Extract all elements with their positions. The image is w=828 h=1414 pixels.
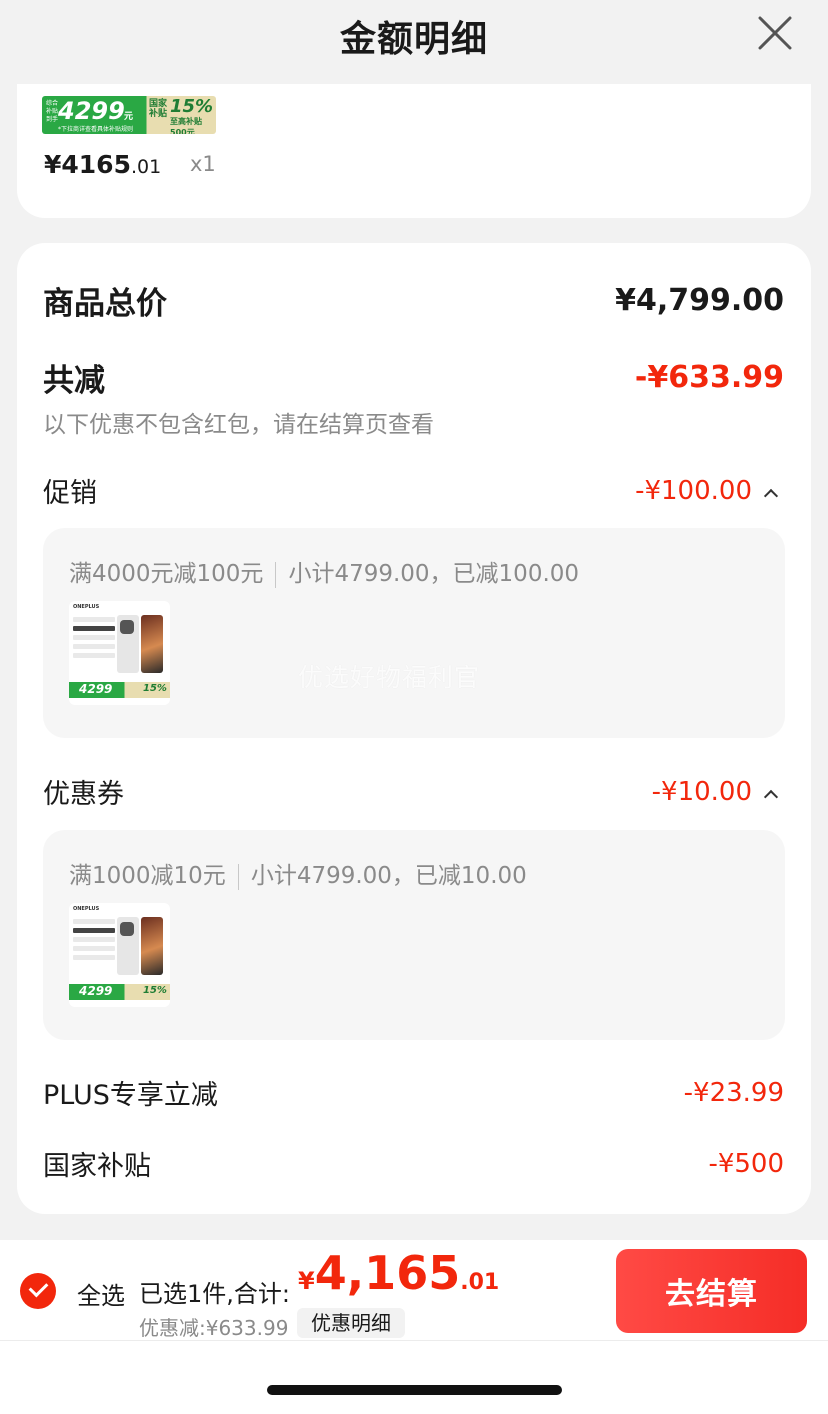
plus-value: -¥23.99 bbox=[683, 1077, 784, 1108]
checkout-button[interactable]: 去结算 bbox=[616, 1249, 807, 1333]
divider bbox=[237, 863, 239, 890]
banner-tag: 综合补贴到手 bbox=[46, 100, 59, 123]
divider bbox=[275, 561, 277, 588]
thumb-subsidy-banner: 4299 15% bbox=[69, 682, 170, 698]
total-row: 商品总价 ¥4,799.00 bbox=[43, 278, 784, 323]
select-all-checkbox[interactable] bbox=[20, 1273, 56, 1309]
home-indicator[interactable] bbox=[267, 1385, 562, 1395]
plus-label: PLUS专享立减 bbox=[43, 1080, 218, 1111]
promotion-rule-text: 满4000元减100元 小计4799.00，已减100.00 bbox=[69, 554, 579, 588]
thumb-percent: 15% bbox=[143, 985, 167, 996]
thumb-price: 4299 bbox=[79, 984, 113, 998]
coupon-detail: 小计4799.00，已减10.00 bbox=[250, 863, 527, 889]
unit-price-decimal: .01 bbox=[130, 156, 162, 178]
phone-image-front bbox=[141, 917, 163, 975]
selected-info: 已选1件,合计: bbox=[139, 1280, 290, 1308]
coupon-rule: 满1000减10元 bbox=[69, 863, 226, 889]
banner-percent: 15% bbox=[170, 96, 214, 117]
oneplus-logo: ONEPLUS bbox=[73, 906, 100, 912]
total-amount: ¥4,165.01 bbox=[298, 1246, 499, 1300]
product-thumbnail[interactable]: ONEPLUS 4299 15% bbox=[69, 601, 170, 705]
oneplus-logo: ONEPLUS bbox=[73, 604, 100, 610]
discount-summary: 优惠减:¥633.99 bbox=[139, 1316, 289, 1340]
phone-image-white bbox=[117, 615, 139, 673]
reduce-label: 共减 bbox=[43, 363, 105, 399]
thumb-text-lines bbox=[73, 919, 115, 964]
thumb-price: 4299 bbox=[79, 682, 113, 696]
reduce-row: 共减 -¥633.99 bbox=[43, 355, 784, 400]
select-all-label[interactable]: 全选 bbox=[77, 1276, 125, 1311]
close-icon[interactable] bbox=[754, 12, 796, 54]
banner-max: 至高补贴500元 bbox=[170, 117, 202, 134]
unit-price-main: ¥4165 bbox=[44, 150, 131, 179]
promotion-value: -¥100.00 bbox=[635, 475, 752, 506]
reduce-value: -¥633.99 bbox=[634, 360, 784, 395]
coupon-rule-text: 满1000减10元 小计4799.00，已减10.00 bbox=[69, 856, 527, 890]
product-thumbnail[interactable]: ONEPLUS 4299 15% bbox=[69, 903, 170, 1007]
banner-national: 国家补贴 bbox=[149, 99, 168, 119]
total-value: ¥4,799.00 bbox=[615, 283, 784, 318]
chevron-up-icon[interactable] bbox=[763, 488, 779, 504]
total-integer: 4,165 bbox=[314, 1246, 461, 1300]
watermark: 优选好物福利官 bbox=[298, 663, 481, 692]
coupon-panel: 满1000减10元 小计4799.00，已减10.00 ONEPLUS 4299 … bbox=[43, 830, 785, 1040]
banner-unit: 元 bbox=[124, 112, 134, 122]
subsidy-value: -¥500 bbox=[708, 1148, 784, 1179]
banner-price: 4299 bbox=[58, 97, 125, 125]
amount-detail-card: 商品总价 ¥4,799.00 共减 -¥633.99 以下优惠不包含红包，请在结… bbox=[17, 243, 811, 1214]
chevron-up-icon[interactable] bbox=[763, 789, 779, 805]
total-label: 商品总价 bbox=[43, 286, 167, 322]
thumb-percent: 15% bbox=[143, 683, 167, 694]
divider bbox=[0, 1340, 828, 1341]
discount-detail-button[interactable]: 优惠明细 bbox=[297, 1308, 405, 1338]
coupon-row[interactable]: 优惠券 -¥10.00 bbox=[43, 772, 784, 811]
promotion-row[interactable]: 促销 -¥100.00 bbox=[43, 471, 784, 510]
phone-image-front bbox=[141, 615, 163, 673]
quantity: x1 bbox=[190, 152, 216, 176]
subsidy-row: 国家补贴 -¥500 bbox=[43, 1144, 784, 1183]
plus-row: PLUS专享立减 -¥23.99 bbox=[43, 1073, 784, 1112]
coupon-label: 优惠券 bbox=[43, 779, 124, 810]
checkout-bar: 全选 已选1件,合计: ¥4,165.01 优惠减:¥633.99 优惠明细 去… bbox=[0, 1240, 828, 1414]
total-decimal: .01 bbox=[460, 1270, 500, 1295]
unit-price: ¥4165.01 bbox=[44, 150, 161, 179]
subsidy-label: 国家补贴 bbox=[43, 1151, 151, 1182]
product-card: 综合补贴到手 4299 元 国家补贴 15% 至高补贴500元 *下拉商详查看具… bbox=[17, 84, 811, 218]
promotion-rule: 满4000元减100元 bbox=[69, 561, 264, 587]
promotion-panel: 满4000元减100元 小计4799.00，已减100.00 ONEPLUS 42… bbox=[43, 528, 785, 738]
phone-image-white bbox=[117, 917, 139, 975]
discount-note: 以下优惠不包含红包，请在结算页查看 bbox=[43, 412, 434, 438]
promotion-detail: 小计4799.00，已减100.00 bbox=[288, 561, 580, 587]
thumb-text-lines bbox=[73, 617, 115, 662]
thumb-subsidy-banner: 4299 15% bbox=[69, 984, 170, 1000]
subsidy-banner: 综合补贴到手 4299 元 国家补贴 15% 至高补贴500元 *下拉商详查看具… bbox=[42, 96, 216, 134]
banner-note: *下拉商详查看具体补贴规则 bbox=[58, 126, 134, 133]
promotion-label: 促销 bbox=[43, 478, 97, 509]
header: 金额明细 bbox=[0, 0, 828, 84]
total-currency: ¥ bbox=[298, 1267, 315, 1295]
page-title: 金额明细 bbox=[339, 19, 488, 60]
coupon-value: -¥10.00 bbox=[651, 776, 752, 807]
